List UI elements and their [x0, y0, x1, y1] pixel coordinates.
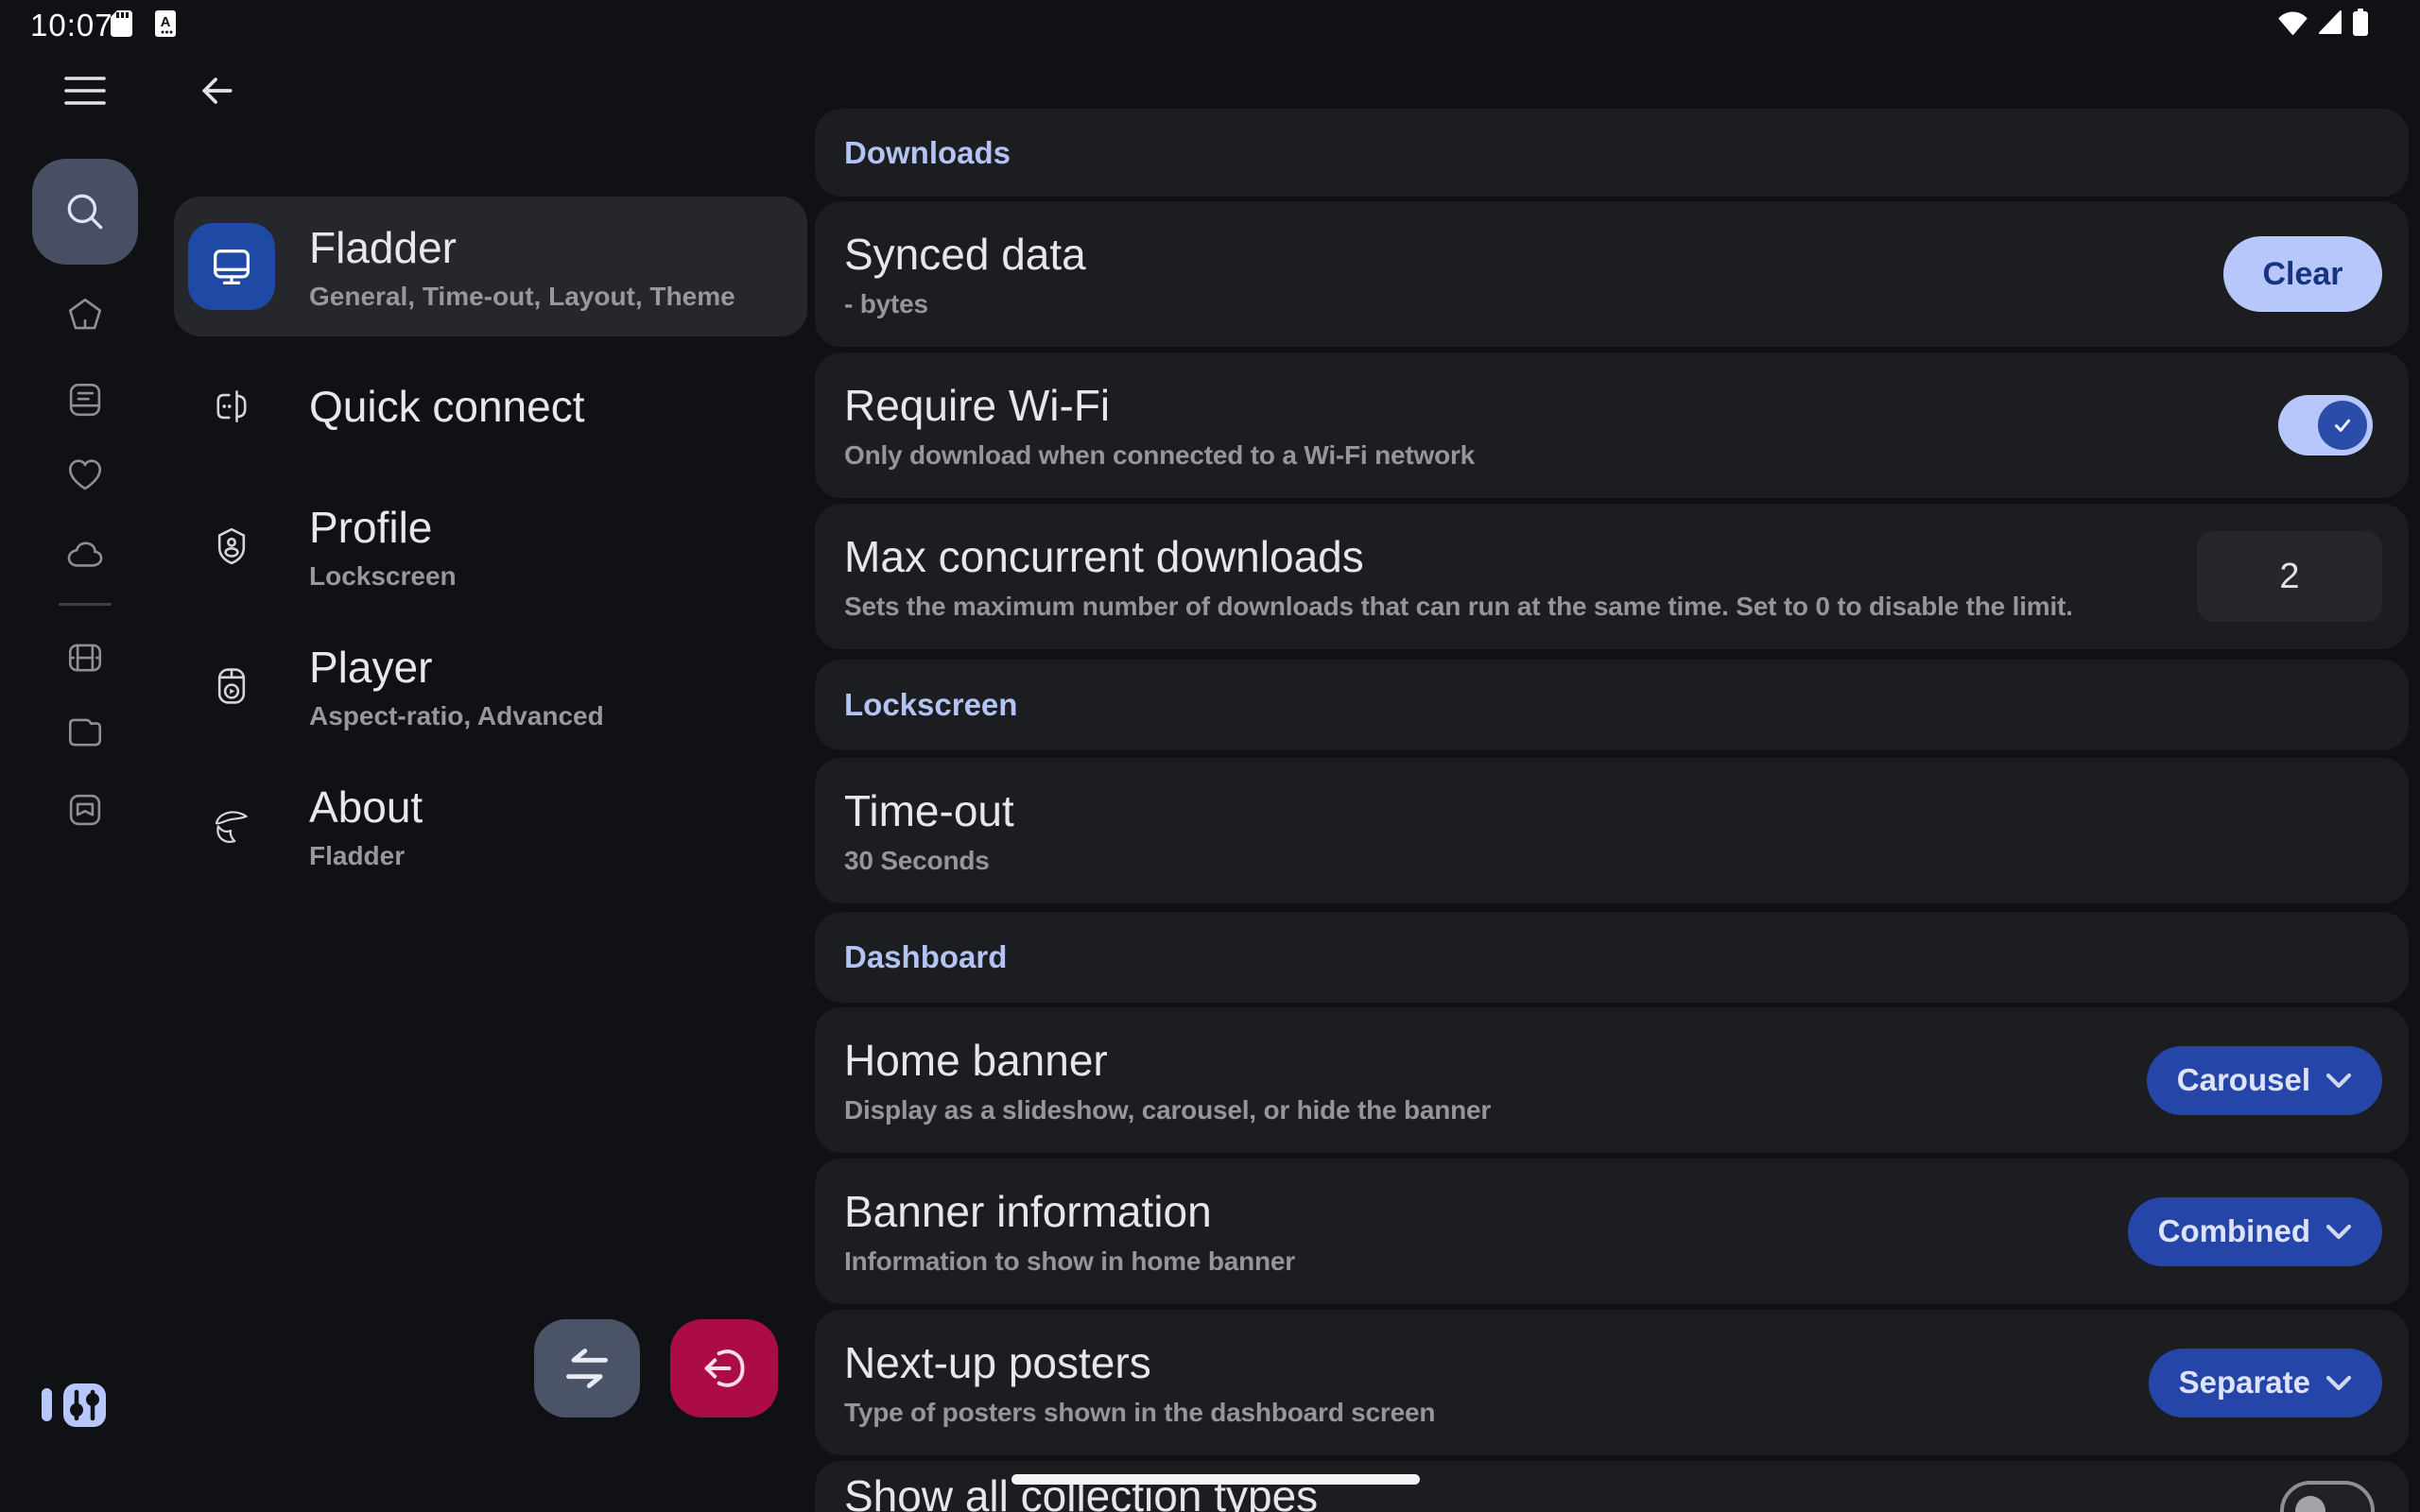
menu-item-title: Fladder [309, 222, 735, 273]
row-home-banner[interactable]: Home banner Display as a slideshow, caro… [815, 1007, 2409, 1153]
dropdown-value: Carousel [2177, 1062, 2310, 1098]
dropdown-value: Combined [2158, 1213, 2310, 1249]
section-title: Downloads [844, 135, 1011, 171]
menu-item-subtitle: Fladder [309, 841, 423, 871]
row-subtitle: Information to show in home banner [844, 1246, 1295, 1277]
menu-item-title: About [309, 782, 423, 833]
gesture-nav-pill[interactable] [1011, 1474, 1420, 1485]
row-subtitle: Only download when connected to a Wi-Fi … [844, 440, 1475, 471]
row-timeout[interactable]: Time-out 30 Seconds [815, 758, 2409, 903]
monitor-icon [188, 223, 275, 310]
row-title: Next-up posters [844, 1337, 1435, 1388]
dropdown-value: Separate [2179, 1365, 2310, 1400]
sidebar-item-favorites[interactable] [65, 455, 105, 495]
sidebar-item-movies[interactable] [65, 638, 105, 678]
menu-item-subtitle: General, Time-out, Layout, Theme [309, 282, 735, 312]
swap-icon [562, 1345, 613, 1392]
menu-item-subtitle: Aspect-ratio, Advanced [309, 701, 604, 731]
section-title: Dashboard [844, 939, 1007, 975]
section-header-lockscreen: Lockscreen [815, 660, 2409, 750]
chevron-down-icon [2325, 1073, 2352, 1089]
sidebar-item-library[interactable] [65, 380, 105, 420]
menu-item-title: Player [309, 642, 604, 693]
section-title: Lockscreen [844, 687, 1017, 723]
rail-divider [59, 603, 112, 606]
banner-information-dropdown[interactable]: Combined [2128, 1197, 2382, 1266]
row-subtitle: Display as a slideshow, carousel, or hid… [844, 1095, 1491, 1125]
logout-button[interactable] [670, 1319, 778, 1418]
menu-item-about[interactable]: About Fladder [174, 756, 807, 896]
keyboard-a-icon: A [155, 10, 176, 37]
require-wifi-toggle[interactable] [2278, 395, 2373, 455]
row-title: Time-out [844, 785, 1014, 836]
sidebar-item-folders[interactable] [65, 713, 105, 752]
battery-icon [2352, 9, 2369, 36]
row-max-concurrent[interactable]: Max concurrent downloads Sets the maximu… [815, 504, 2409, 649]
row-title: Require Wi-Fi [844, 380, 1475, 431]
player-icon [211, 665, 252, 707]
status-right-icons [2278, 9, 2369, 36]
settings-content: Downloads Synced data - bytes Clear Requ… [815, 109, 2409, 1512]
quick-connect-icon [211, 386, 252, 427]
row-subtitle: Type of posters shown in the dashboard s… [844, 1398, 1435, 1428]
switch-server-button[interactable] [534, 1319, 640, 1418]
section-header-dashboard: Dashboard [815, 912, 2409, 1003]
row-title: Max concurrent downloads [844, 531, 2073, 582]
sidebar-item-home[interactable] [65, 295, 105, 335]
row-banner-information[interactable]: Banner information Information to show i… [815, 1159, 2409, 1304]
check-icon [2328, 411, 2357, 439]
menu-item-fladder[interactable]: Fladder General, Time-out, Layout, Theme [174, 197, 807, 336]
clear-button[interactable]: Clear [2223, 236, 2382, 312]
nextup-posters-dropdown[interactable]: Separate [2149, 1349, 2382, 1418]
profile-shield-icon [211, 525, 252, 567]
search-button[interactable] [32, 159, 138, 265]
back-arrow-icon[interactable] [196, 70, 237, 112]
signal-icon [2317, 9, 2342, 35]
logout-icon [700, 1344, 749, 1393]
home-banner-dropdown[interactable]: Carousel [2147, 1046, 2382, 1115]
row-title: Home banner [844, 1035, 1491, 1086]
menu-item-player[interactable]: Player Aspect-ratio, Advanced [174, 616, 807, 756]
sidebar-item-collections[interactable] [65, 790, 105, 830]
status-time: 10:07 [30, 8, 113, 43]
row-subtitle: Sets the maximum number of downloads tha… [844, 592, 2073, 622]
sd-card-icon [111, 10, 132, 37]
fladder-logo-icon [211, 805, 252, 847]
chevron-down-icon [2325, 1375, 2352, 1391]
show-all-collections-toggle[interactable] [2280, 1481, 2375, 1512]
settings-menu: Fladder General, Time-out, Layout, Theme… [174, 197, 807, 896]
menu-item-quick-connect[interactable]: Quick connect [174, 336, 807, 476]
fladder-settings-screen: 10:07 A [0, 0, 2420, 1512]
row-subtitle: - bytes [844, 289, 1086, 319]
menu-item-profile[interactable]: Profile Lockscreen [174, 476, 807, 616]
wifi-icon [2278, 9, 2308, 35]
menu-item-subtitle: Lockscreen [309, 561, 457, 592]
chevron-down-icon [2325, 1224, 2352, 1240]
row-synced-data[interactable]: Synced data - bytes Clear [815, 201, 2409, 347]
row-show-all-collections[interactable]: Show all collection types [815, 1461, 2409, 1512]
row-require-wifi[interactable]: Require Wi-Fi Only download when connect… [815, 352, 2409, 498]
search-icon [61, 188, 109, 235]
row-title: Synced data [844, 229, 1086, 280]
menu-item-title: Quick connect [309, 381, 584, 432]
svg-text:A: A [161, 14, 171, 30]
row-nextup-posters[interactable]: Next-up posters Type of posters shown in… [815, 1310, 2409, 1455]
sliders-widget-icon[interactable] [42, 1383, 106, 1427]
section-header-downloads: Downloads [815, 109, 2409, 197]
menu-icon[interactable] [64, 72, 106, 110]
row-subtitle: 30 Seconds [844, 846, 1014, 876]
sidebar-item-sync[interactable] [65, 535, 105, 575]
max-downloads-value[interactable]: 2 [2197, 531, 2382, 622]
row-title: Banner information [844, 1186, 1295, 1237]
menu-item-title: Profile [309, 502, 457, 553]
